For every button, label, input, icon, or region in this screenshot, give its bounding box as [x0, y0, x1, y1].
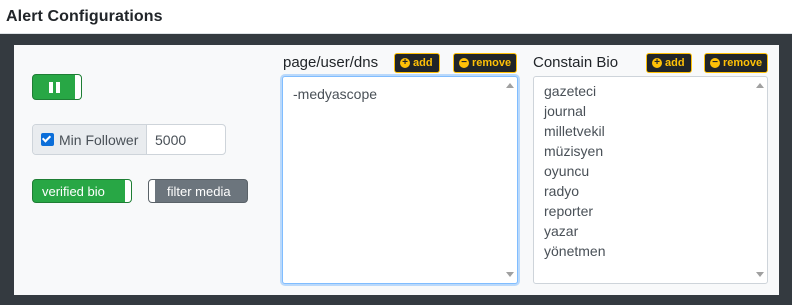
pages-section-label: page/user/dns — [283, 54, 379, 71]
list-item[interactable]: yönetmen — [544, 243, 605, 259]
toggle-knob — [125, 180, 131, 202]
min-follower-group: Min Follower 5000 — [32, 124, 226, 155]
pages-list[interactable]: -medyascope — [282, 76, 518, 284]
list-item[interactable]: milletvekil — [544, 123, 605, 139]
pause-icon — [48, 82, 62, 93]
list-item[interactable]: -medyascope — [293, 86, 377, 102]
verified-bio-toggle[interactable]: verified bio — [32, 179, 132, 203]
list-item[interactable]: müzisyen — [544, 143, 603, 159]
verified-bio-label: verified bio — [42, 184, 105, 199]
alert-pause-toggle[interactable] — [32, 74, 82, 100]
remove-button-label: remove — [723, 57, 763, 69]
window-title: Alert Configurations — [6, 8, 163, 25]
filter-media-toggle[interactable]: filter media — [148, 179, 248, 203]
add-button-label: add — [665, 57, 685, 69]
pages-add-button[interactable]: + add — [394, 53, 440, 73]
bio-list[interactable]: gazeteci journal milletvekil müzisyen oy… — [533, 76, 768, 284]
check-icon — [41, 133, 52, 143]
plus-circle-icon: + — [652, 58, 662, 68]
list-item[interactable]: yazar — [544, 223, 578, 239]
scroll-down-icon[interactable] — [756, 272, 764, 277]
add-button-label: add — [413, 57, 433, 69]
title-bar: Alert Configurations — [0, 0, 792, 34]
list-item[interactable]: radyo — [544, 183, 579, 199]
bio-add-button[interactable]: + add — [646, 53, 692, 73]
list-item[interactable]: oyuncu — [544, 163, 589, 179]
bio-remove-button[interactable]: − remove — [704, 53, 768, 73]
min-follower-label: Min Follower — [59, 132, 139, 148]
list-item[interactable]: reporter — [544, 203, 593, 219]
alert-configurations-window: Alert Configurations Min Follower 5000 v… — [0, 0, 792, 305]
toggle-knob — [149, 180, 155, 202]
filter-media-label: filter media — [167, 184, 231, 199]
scrollbar[interactable] — [504, 78, 516, 282]
scroll-up-icon[interactable] — [506, 83, 514, 88]
plus-circle-icon: + — [400, 58, 410, 68]
remove-button-label: remove — [472, 57, 512, 69]
pages-remove-button[interactable]: − remove — [453, 53, 517, 73]
scroll-down-icon[interactable] — [506, 272, 514, 277]
scrollbar[interactable] — [754, 78, 766, 282]
minus-circle-icon: − — [710, 58, 720, 68]
scroll-up-icon[interactable] — [756, 83, 764, 88]
list-item[interactable]: journal — [544, 103, 586, 119]
min-follower-checkbox[interactable] — [41, 133, 54, 146]
toggle-knob — [75, 75, 81, 99]
min-follower-input[interactable]: 5000 — [155, 132, 186, 148]
bio-section-label: Constain Bio — [533, 54, 619, 71]
minus-circle-icon: − — [459, 58, 469, 68]
min-follower-addon: Min Follower — [33, 125, 147, 154]
list-item[interactable]: gazeteci — [544, 83, 596, 99]
